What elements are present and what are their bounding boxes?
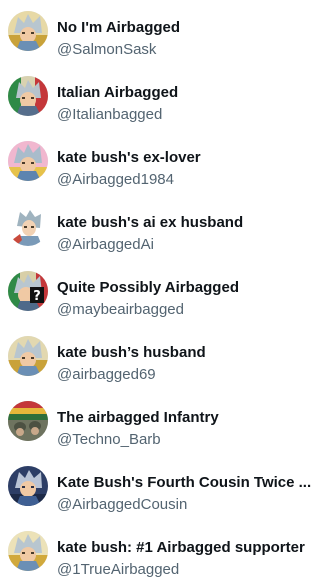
anime-character-avatar-icon (8, 11, 48, 51)
blue-anime-character-avatar-icon (8, 466, 48, 506)
user-row[interactable]: The airbagged Infantry @Techno_Barb (0, 394, 321, 458)
soldiers-flag-avatar-icon (8, 401, 48, 441)
user-handle[interactable]: @SalmonSask (57, 40, 156, 59)
question-mark-anime-character-avatar-icon: ? (8, 271, 48, 311)
display-name[interactable]: The airbagged Infantry (57, 408, 315, 427)
avatar[interactable] (8, 466, 48, 506)
avatar[interactable] (8, 11, 48, 51)
pink-anime-character-avatar-icon (8, 141, 48, 181)
user-row[interactable]: kate bush's ai ex husband @AirbaggedAi (0, 199, 321, 263)
display-name[interactable]: Quite Possibly Airbagged (57, 278, 315, 297)
user-handle[interactable]: @maybeairbagged (57, 300, 184, 319)
user-row[interactable]: No I'm Airbagged @SalmonSask (0, 4, 321, 68)
user-row[interactable]: Kate Bush's Fourth Cousin Twice ... @Air… (0, 459, 321, 523)
display-name[interactable]: kate bush's ex-lover (57, 148, 315, 167)
avatar[interactable] (8, 531, 48, 571)
user-handle[interactable]: @Italianbagged (57, 105, 162, 124)
italian-flag-anime-character-avatar-icon (8, 76, 48, 116)
avatar[interactable] (8, 206, 48, 246)
display-name[interactable]: kate bush's ai ex husband (57, 213, 315, 232)
display-name[interactable]: kate bush: #1 Airbagged supporter (57, 538, 315, 557)
avatar[interactable]: ? (8, 271, 48, 311)
avatar[interactable] (8, 141, 48, 181)
avatar[interactable] (8, 336, 48, 376)
display-name[interactable]: Italian Airbagged (57, 83, 315, 102)
anime-character-avatar-icon (8, 336, 48, 376)
user-handle[interactable]: @AirbaggedCousin (57, 495, 187, 514)
display-name[interactable]: kate bush’s husband (57, 343, 315, 362)
user-row[interactable]: ? Quite Possibly Airbagged @maybeairbagg… (0, 264, 321, 328)
user-row[interactable]: kate bush: #1 Airbagged supporter @1True… (0, 524, 321, 588)
user-handle[interactable]: @Techno_Barb (57, 430, 161, 449)
svg-text:?: ? (33, 289, 41, 304)
anime-character-avatar-icon (8, 531, 48, 571)
avatar[interactable] (8, 76, 48, 116)
user-handle[interactable]: @AirbaggedAi (57, 235, 154, 254)
user-row[interactable]: Italian Airbagged @Italianbagged (0, 69, 321, 133)
display-name[interactable]: Kate Bush's Fourth Cousin Twice ... (57, 473, 315, 492)
user-handle[interactable]: @Airbagged1984 (57, 170, 174, 189)
ai-anime-character-avatar-icon (8, 206, 48, 246)
user-handle[interactable]: @1TrueAirbagged (57, 560, 179, 579)
avatar[interactable] (8, 401, 48, 441)
display-name[interactable]: No I'm Airbagged (57, 18, 315, 37)
user-row[interactable]: kate bush’s husband @airbagged69 (0, 329, 321, 393)
user-row[interactable]: kate bush's ex-lover @Airbagged1984 (0, 134, 321, 198)
user-handle[interactable]: @airbagged69 (57, 365, 156, 384)
